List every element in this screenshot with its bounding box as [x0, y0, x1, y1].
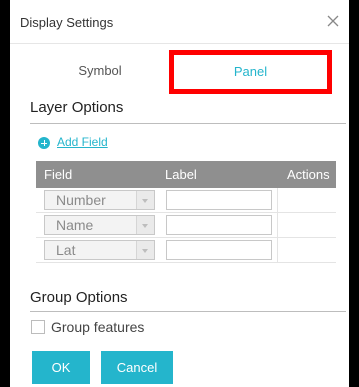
field-select-value: Name — [56, 217, 94, 233]
add-field-label: Add Field — [57, 135, 108, 149]
group-features-label: Group features — [51, 319, 145, 335]
label-input[interactable] — [166, 215, 272, 235]
field-select[interactable]: Lat — [44, 240, 155, 260]
checkbox-box — [31, 320, 45, 334]
field-select[interactable]: Number — [44, 190, 155, 210]
tab-panel[interactable]: Panel — [169, 50, 332, 94]
dialog-titlebar: Display Settings — [10, 0, 349, 44]
add-circle-icon — [38, 137, 50, 149]
field-select-value: Lat — [56, 242, 76, 258]
cancel-button[interactable]: Cancel — [101, 351, 173, 384]
label-input[interactable] — [166, 240, 272, 260]
tab-symbol[interactable]: Symbol — [30, 52, 170, 90]
chevron-down-icon — [136, 216, 154, 234]
label-input[interactable] — [166, 190, 272, 210]
ok-button[interactable]: OK — [32, 351, 90, 384]
field-select[interactable]: Name — [44, 215, 155, 235]
chevron-down-icon — [136, 241, 154, 259]
dialog-title: Display Settings — [20, 15, 114, 30]
field-select-value: Number — [56, 192, 106, 208]
chevron-down-icon — [136, 191, 154, 209]
close-icon[interactable] — [326, 14, 340, 28]
